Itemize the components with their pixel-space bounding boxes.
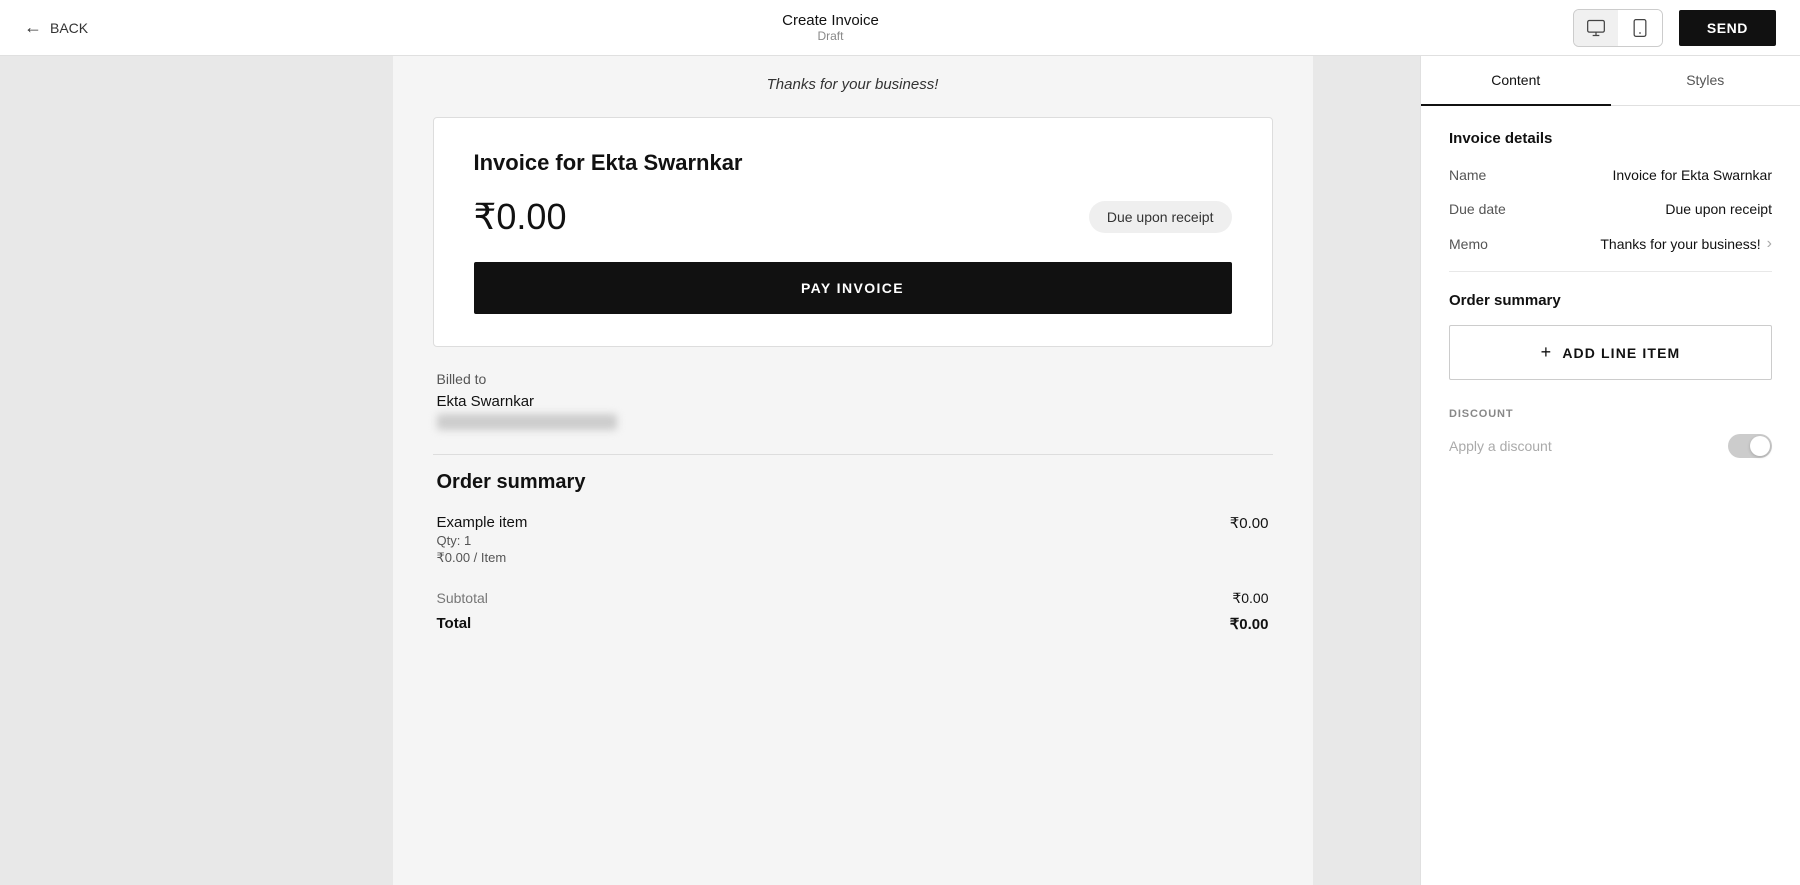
line-item-details: Example item Qty: 1 ₹0.00 / Item (437, 514, 528, 566)
page-subtitle: Draft (817, 29, 843, 43)
send-button[interactable]: SEND (1679, 10, 1776, 46)
detail-row-due-date: Due date Due upon receipt (1449, 201, 1772, 217)
discount-section-label: DISCOUNT (1449, 408, 1772, 420)
center-preview: Thanks for your business! Invoice for Ek… (285, 56, 1420, 885)
memo-value[interactable]: Thanks for your business! › (1600, 235, 1772, 253)
left-spacer (0, 56, 285, 885)
topbar: ← BACK Create Invoice Draft SEND (0, 0, 1800, 56)
invoice-details-title: Invoice details (1449, 130, 1772, 147)
discount-apply-text: Apply a discount (1449, 438, 1552, 454)
order-summary-title: Order summary (437, 471, 1269, 494)
tab-content[interactable]: Content (1421, 56, 1611, 106)
back-label: BACK (50, 20, 88, 36)
add-line-item-label: ADD LINE ITEM (1562, 345, 1680, 361)
order-summary-section: Order summary Example item Qty: 1 ₹0.00 … (433, 471, 1273, 633)
discount-toggle[interactable] (1728, 434, 1772, 458)
plus-icon: + (1541, 342, 1553, 363)
due-badge: Due upon receipt (1089, 201, 1232, 233)
total-row: Total ₹0.00 (437, 615, 1269, 633)
billed-to-label: Billed to (437, 371, 1269, 387)
device-toggle (1573, 9, 1663, 47)
detail-row-memo[interactable]: Memo Thanks for your business! › (1449, 235, 1772, 253)
mobile-icon (1630, 18, 1650, 38)
billed-name: Ekta Swarnkar (437, 393, 1269, 410)
subtotal-value: ₹0.00 (1232, 590, 1268, 607)
line-item-name: Example item (437, 514, 528, 531)
subtotal-label: Subtotal (437, 590, 488, 607)
detail-row-name: Name Invoice for Ekta Swarnkar (1449, 167, 1772, 183)
invoice-amount: ₹0.00 (474, 196, 567, 238)
total-label: Total (437, 615, 472, 633)
line-item: Example item Qty: 1 ₹0.00 / Item ₹0.00 (437, 514, 1269, 566)
billed-section: Billed to Ekta Swarnkar (433, 371, 1273, 430)
order-summary-panel-title: Order summary (1449, 292, 1772, 309)
tab-styles[interactable]: Styles (1611, 56, 1800, 106)
section-divider (433, 454, 1273, 455)
name-label: Name (1449, 167, 1486, 183)
page-title: Create Invoice (782, 12, 879, 29)
toggle-knob (1750, 436, 1770, 456)
back-arrow-icon: ← (24, 17, 42, 38)
line-item-total: ₹0.00 (1230, 514, 1269, 532)
panel-body: Invoice details Name Invoice for Ekta Sw… (1421, 106, 1800, 885)
line-item-qty: Qty: 1 (437, 533, 528, 548)
discount-section: DISCOUNT Apply a discount (1449, 408, 1772, 458)
invoice-wrapper: Thanks for your business! Invoice for Ek… (393, 56, 1313, 885)
thanks-text: Thanks for your business! (433, 76, 1273, 93)
due-date-value: Due upon receipt (1665, 201, 1772, 217)
invoice-card: Invoice for Ekta Swarnkar ₹0.00 Due upon… (433, 117, 1273, 347)
invoice-title: Invoice for Ekta Swarnkar (474, 150, 1232, 176)
panel-tabs: Content Styles (1421, 56, 1800, 106)
billed-email-blurred (437, 414, 617, 430)
invoice-amount-row: ₹0.00 Due upon receipt (474, 196, 1232, 238)
discount-row: Apply a discount (1449, 434, 1772, 458)
main-layout: Thanks for your business! Invoice for Ek… (0, 56, 1800, 885)
total-value: ₹0.00 (1230, 615, 1269, 633)
desktop-view-button[interactable] (1574, 10, 1618, 46)
due-date-label: Due date (1449, 201, 1506, 217)
memo-label: Memo (1449, 236, 1488, 252)
topbar-center: Create Invoice Draft (782, 12, 879, 43)
topbar-right: SEND (1573, 9, 1776, 47)
back-button[interactable]: ← BACK (24, 17, 88, 38)
pay-invoice-button[interactable]: PAY INVOICE (474, 262, 1232, 314)
mobile-view-button[interactable] (1618, 10, 1662, 46)
desktop-icon (1586, 18, 1606, 38)
memo-arrow-icon: › (1767, 235, 1772, 253)
line-item-price-per: ₹0.00 / Item (437, 550, 528, 566)
subtotal-row: Subtotal ₹0.00 (437, 582, 1269, 607)
name-value: Invoice for Ekta Swarnkar (1612, 167, 1772, 183)
panel-section-divider (1449, 271, 1772, 272)
right-panel: Content Styles Invoice details Name Invo… (1420, 56, 1800, 885)
add-line-item-button[interactable]: + ADD LINE ITEM (1449, 325, 1772, 380)
